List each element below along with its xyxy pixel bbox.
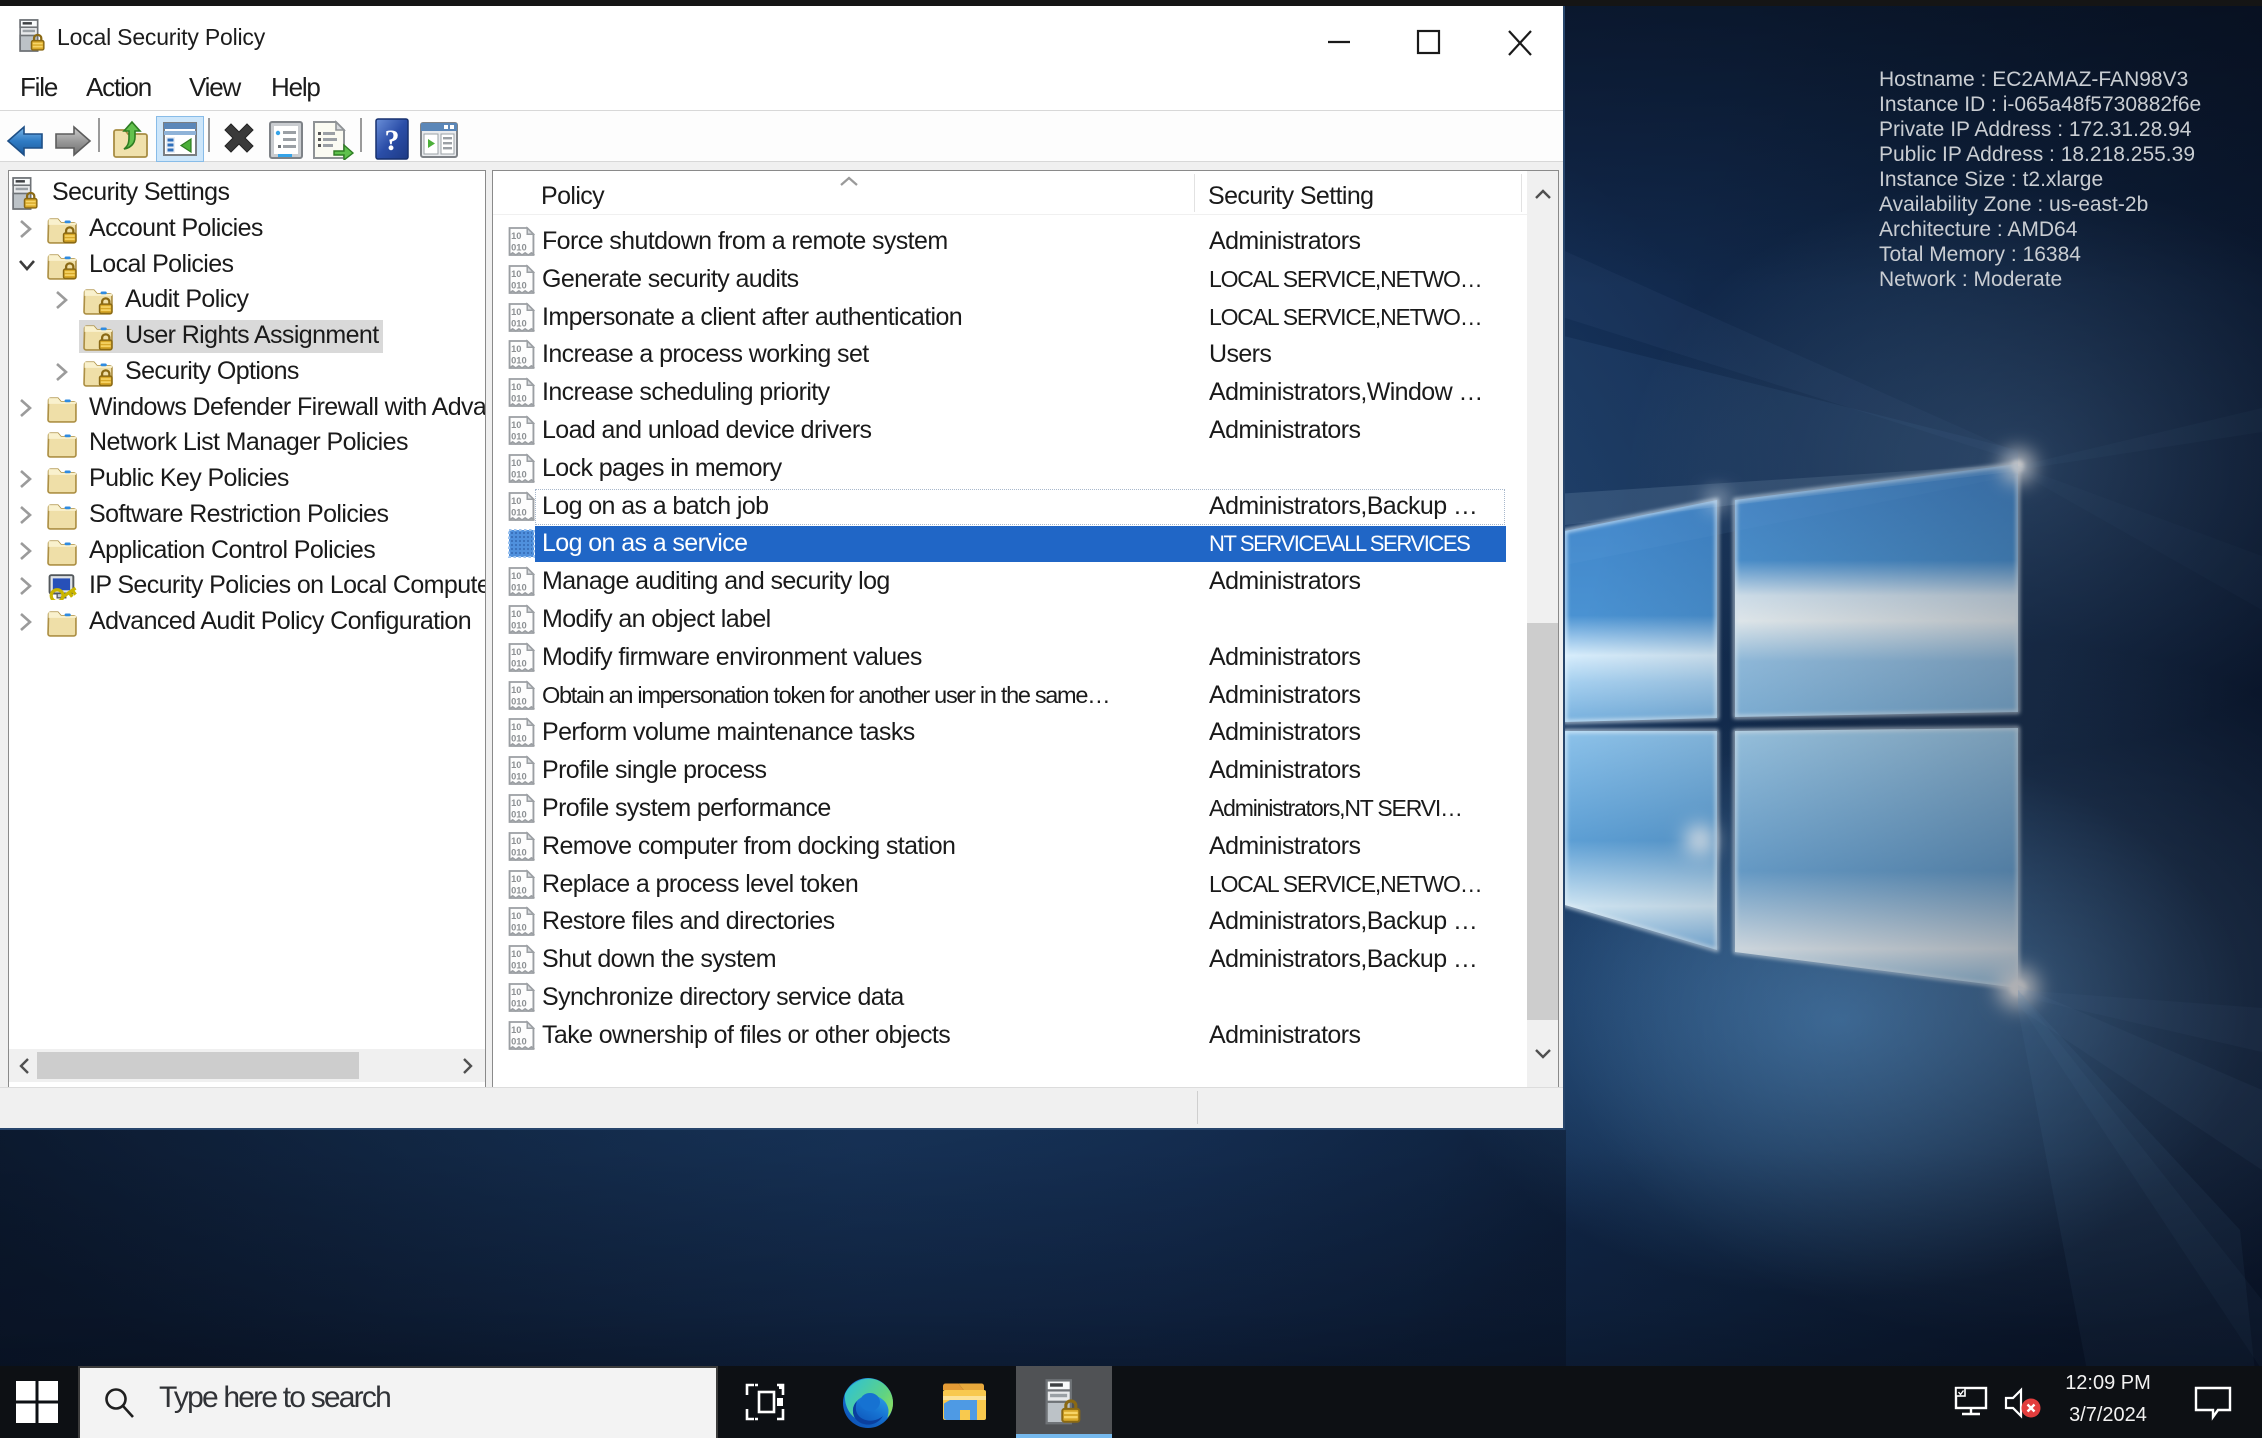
svg-text:?: ? <box>385 124 400 157</box>
